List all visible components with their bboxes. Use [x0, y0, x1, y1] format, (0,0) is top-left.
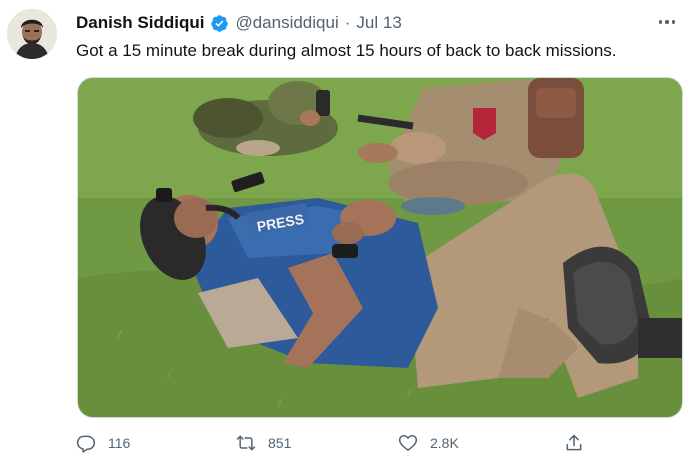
more-options-icon — [658, 20, 663, 24]
action-bar: 116 851 2.8K — [76, 430, 596, 456]
reply-icon — [76, 435, 96, 453]
tweet-photo[interactable]: PRESS — [77, 77, 683, 418]
reply-button[interactable]: 116 — [76, 430, 130, 456]
like-count: 2.8K — [430, 435, 459, 451]
retweet-button[interactable]: 851 — [236, 430, 291, 456]
share-button[interactable] — [564, 430, 584, 456]
reply-count: 116 — [108, 435, 131, 451]
heart-icon — [398, 435, 418, 451]
separator-dot: · — [344, 13, 351, 32]
like-button[interactable]: 2.8K — [398, 430, 459, 456]
share-icon — [566, 434, 582, 451]
tweet-text: Got a 15 minute break during almost 15 h… — [76, 41, 617, 60]
tweet-header: Danish Siddiqui @dansiddiqui · Jul 13 — [76, 12, 402, 34]
display-name[interactable]: Danish Siddiqui — [76, 12, 204, 34]
tweet-card[interactable]: Danish Siddiqui @dansiddiqui · Jul 13 Go… — [0, 0, 693, 456]
avatar[interactable] — [7, 9, 57, 59]
photo-illustration: PRESS — [78, 78, 682, 417]
retweet-count: 851 — [268, 435, 292, 451]
verified-badge-icon — [210, 14, 229, 33]
handle[interactable]: @dansiddiqui — [235, 12, 338, 34]
more-options-button[interactable] — [655, 10, 679, 34]
retweet-icon — [236, 435, 256, 451]
avatar-image — [7, 9, 57, 59]
tweet-date[interactable]: Jul 13 — [356, 12, 401, 34]
